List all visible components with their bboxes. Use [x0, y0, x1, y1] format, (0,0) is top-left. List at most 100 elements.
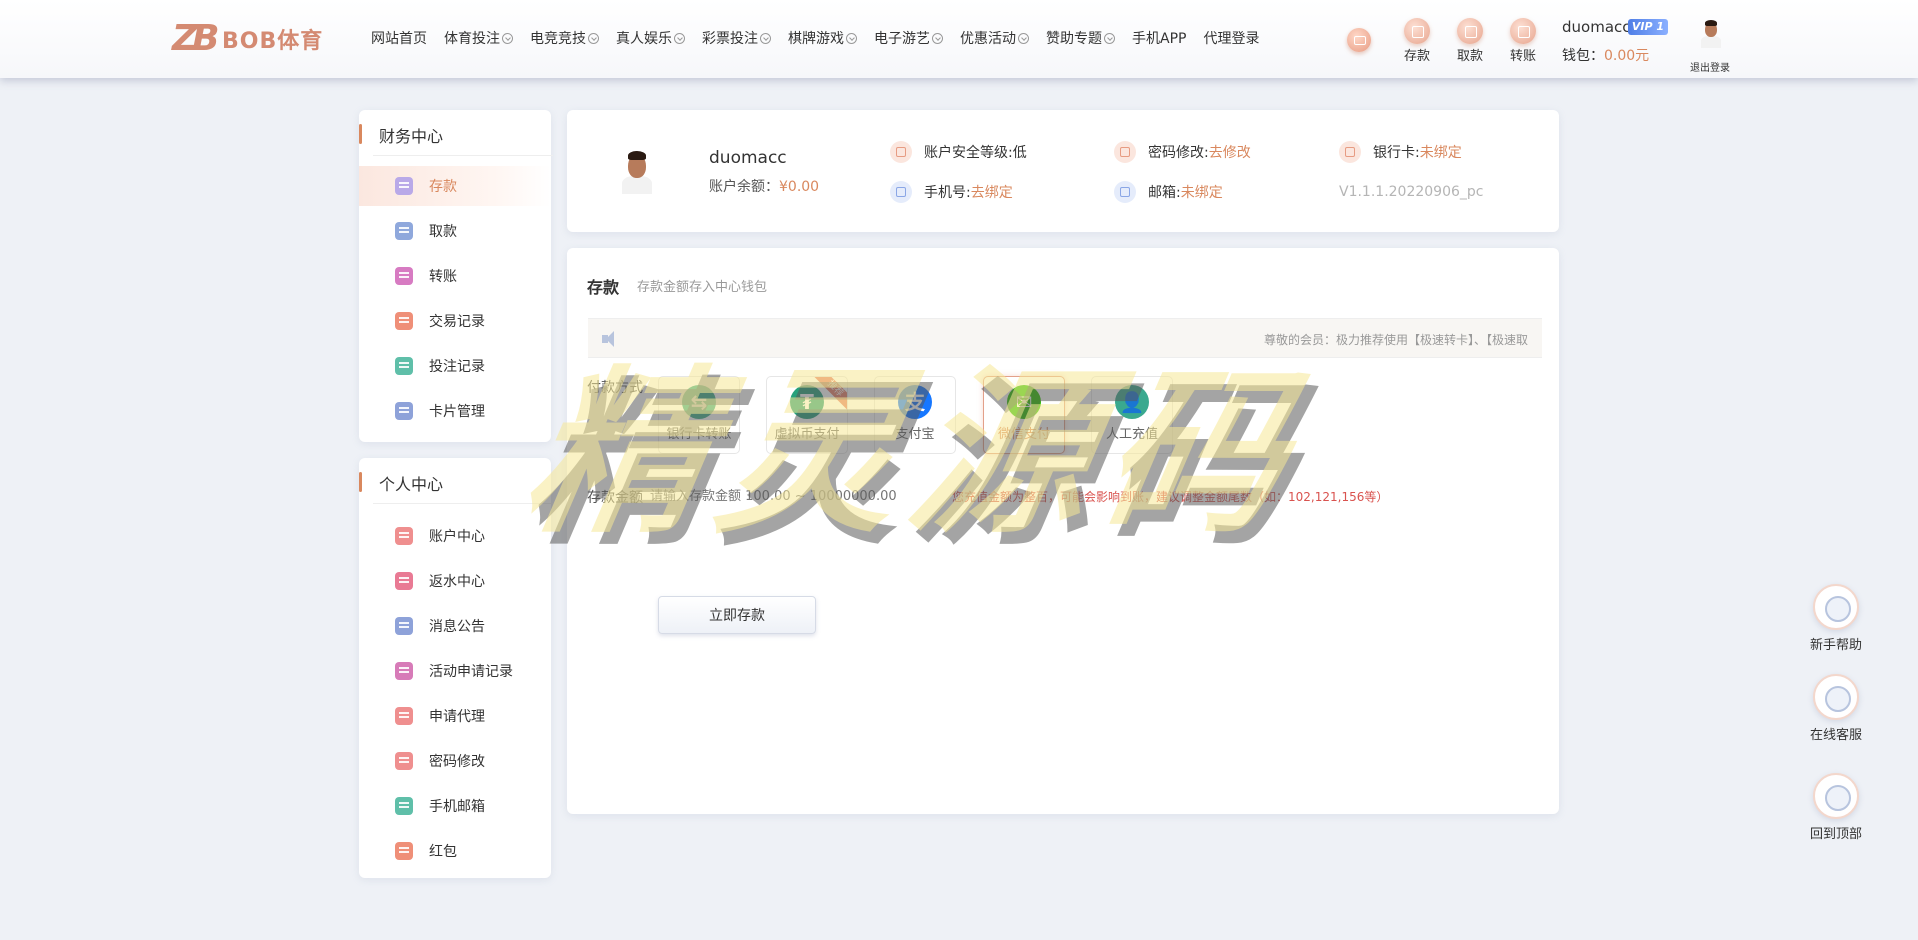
security-label: 账户安全等级: — [924, 145, 1013, 161]
help-float-button[interactable]: 新手帮助 — [1800, 584, 1872, 653]
header-username: duomacc — [1562, 18, 1631, 36]
bet-record-icon — [395, 357, 413, 375]
bankcard-bind-link[interactable]: 未绑定 — [1420, 142, 1462, 162]
header-deposit-label: 存款 — [1403, 49, 1430, 64]
sidebar-item[interactable]: 交易记录 — [359, 301, 551, 341]
bell-icon — [395, 617, 413, 635]
password-change-link[interactable]: 去修改 — [1209, 142, 1251, 162]
main-nav: 网站首页 体育投注 电竞竞技 真人娱乐 彩票投注 棋牌游戏 电子游艺 优惠活动 赞助专题 手机AP… — [371, 28, 1276, 48]
sidebar-item[interactable]: 消息公告 — [359, 606, 551, 646]
wallet-amount: 0.00元 — [1604, 48, 1650, 64]
payment-method-option[interactable]: 👤 人工充值 — [1091, 376, 1173, 454]
sidebar-item[interactable]: 账户中心 — [359, 516, 551, 556]
header-transfer-label: 转账 — [1509, 49, 1536, 64]
red-packet-icon — [395, 842, 413, 860]
finance-center-panel: 财务中心 存款取款转账交易记录投注记录卡片管理 — [359, 110, 553, 442]
amount-warning: 您充值金额为整百，可能会影响到账，建议调整金额尾数（如：102,121,156等… — [952, 490, 1389, 504]
nav-item[interactable]: 代理登录 — [1203, 28, 1259, 48]
amount-input[interactable] — [650, 484, 930, 508]
divider — [373, 503, 553, 504]
email-label: 邮箱: — [1148, 185, 1181, 201]
balance-value: ¥0.00 — [779, 179, 820, 195]
nav-item[interactable]: 网站首页 — [371, 28, 427, 48]
finance-center-title: 财务中心 — [359, 123, 443, 147]
sidebar-item-label: 存款 — [429, 179, 457, 195]
sidebar-item-label: 转账 — [429, 269, 457, 285]
back-to-top-label: 回到顶部 — [1809, 827, 1862, 842]
user-avatar[interactable] — [1700, 18, 1722, 48]
sidebar-item[interactable]: 取款 — [359, 211, 551, 251]
chevron-down-icon — [1018, 32, 1029, 44]
amount-label: 存款金额 — [587, 490, 643, 506]
sidebar-item[interactable]: 手机邮箱 — [359, 786, 551, 826]
sidebar-item[interactable]: 存款 — [359, 166, 551, 206]
sidebar-item[interactable]: 活动申请记录 — [359, 651, 551, 691]
nav-item[interactable]: 电竞竞技 — [530, 28, 599, 48]
bank-card-icon — [1339, 141, 1361, 163]
nav-item[interactable]: 手机APP — [1132, 28, 1186, 48]
nav-item[interactable]: 真人娱乐 — [616, 28, 685, 48]
password-change: 密码修改: 去修改 — [1114, 141, 1251, 163]
phone-status: 手机号: 去绑定 — [890, 181, 1013, 203]
phone-label: 手机号: — [924, 185, 971, 201]
header-withdraw-button[interactable]: 取款 — [1450, 18, 1490, 64]
submit-deposit-button[interactable]: 立即存款 — [658, 596, 816, 634]
person-icon — [395, 662, 413, 680]
sidebar-item[interactable]: 红包 — [359, 831, 551, 871]
bankcard-label: 银行卡: — [1373, 145, 1420, 161]
sidebar-item-label: 消息公告 — [429, 619, 485, 635]
sidebar-item-label: 手机邮箱 — [429, 799, 485, 815]
sidebar-item-label: 红包 — [429, 844, 457, 860]
chevron-down-icon — [502, 32, 513, 44]
service-float-button[interactable]: 在线客服 — [1800, 674, 1872, 743]
sidebar-item[interactable]: 申请代理 — [359, 696, 551, 736]
sidebar-item-label: 卡片管理 — [429, 404, 485, 420]
notice-bar: 尊敬的会员：极力推荐使用【极速转卡】、【极速取 — [588, 318, 1542, 358]
message-icon[interactable] — [1347, 28, 1371, 52]
headset-icon — [1813, 674, 1859, 720]
account-avatar — [620, 148, 654, 194]
phone-bind-link[interactable]: 去绑定 — [971, 182, 1013, 202]
deposit-subtitle: 存款金额存入中心钱包 — [637, 280, 768, 295]
back-to-top-button[interactable]: 回到顶部 — [1800, 773, 1872, 842]
email-bind-link[interactable]: 未绑定 — [1181, 182, 1223, 202]
payment-method-option[interactable]: ✉ 微信支付 — [983, 376, 1065, 454]
payment-method-label: 虚拟币支付 — [774, 427, 840, 442]
payment-method-icon: ⇆ — [682, 385, 716, 419]
payment-method-option[interactable]: ₮ 虚拟币支付 推荐 — [766, 376, 848, 454]
nav-item[interactable]: 棋牌游戏 — [788, 28, 857, 48]
nav-item[interactable]: 电子游艺 — [874, 28, 943, 48]
header-withdraw-label: 取款 — [1456, 49, 1483, 64]
sidebar-item[interactable]: 卡片管理 — [359, 391, 551, 431]
sidebar-item[interactable]: 返水中心 — [359, 561, 551, 601]
sidebar-item[interactable]: 转账 — [359, 256, 551, 296]
header-deposit-button[interactable]: 存款 — [1397, 18, 1437, 64]
payment-method-option[interactable]: 支支付宝 — [874, 376, 956, 454]
payment-method-label: 付款方式 — [587, 380, 643, 396]
mail-icon — [395, 797, 413, 815]
deposit-title: 存款 — [587, 278, 620, 297]
sidebar-item-label: 申请代理 — [429, 709, 485, 725]
payment-method-option[interactable]: ⇆ 银行卡转账 — [658, 376, 740, 454]
version-text: V1.1.1.20220906_pc — [1339, 184, 1484, 200]
header-transfer-button[interactable]: 转账 — [1503, 18, 1543, 64]
nav-item[interactable]: 彩票投注 — [702, 28, 771, 48]
nav-item[interactable]: 优惠活动 — [960, 28, 1029, 48]
logout-link[interactable]: 退出登录 — [1690, 59, 1730, 74]
nav-item-label: 赞助专题 — [1046, 31, 1102, 47]
sidebar-item[interactable]: 投注记录 — [359, 346, 551, 386]
sidebar-item[interactable]: 密码修改 — [359, 741, 551, 781]
security-level: 账户安全等级: 低 — [890, 141, 1027, 163]
nav-item[interactable]: 赞助专题 — [1046, 28, 1115, 48]
help-label: 新手帮助 — [1809, 638, 1862, 653]
nav-item-label: 棋牌游戏 — [788, 31, 844, 47]
folder-icon — [395, 222, 413, 240]
bob-logo[interactable]: ZB BOB体育 — [172, 21, 323, 57]
nav-item[interactable]: 体育投注 — [444, 28, 513, 48]
card-icon — [395, 402, 413, 420]
nav-item-label: 真人娱乐 — [616, 31, 672, 47]
sidebar-item-label: 活动申请记录 — [429, 664, 513, 680]
vip-badge: VIP 1 — [1628, 19, 1668, 35]
notice-text: 尊敬的会员：极力推荐使用【极速转卡】、【极速取 — [1263, 333, 1528, 347]
transfer-icon — [1510, 18, 1536, 44]
